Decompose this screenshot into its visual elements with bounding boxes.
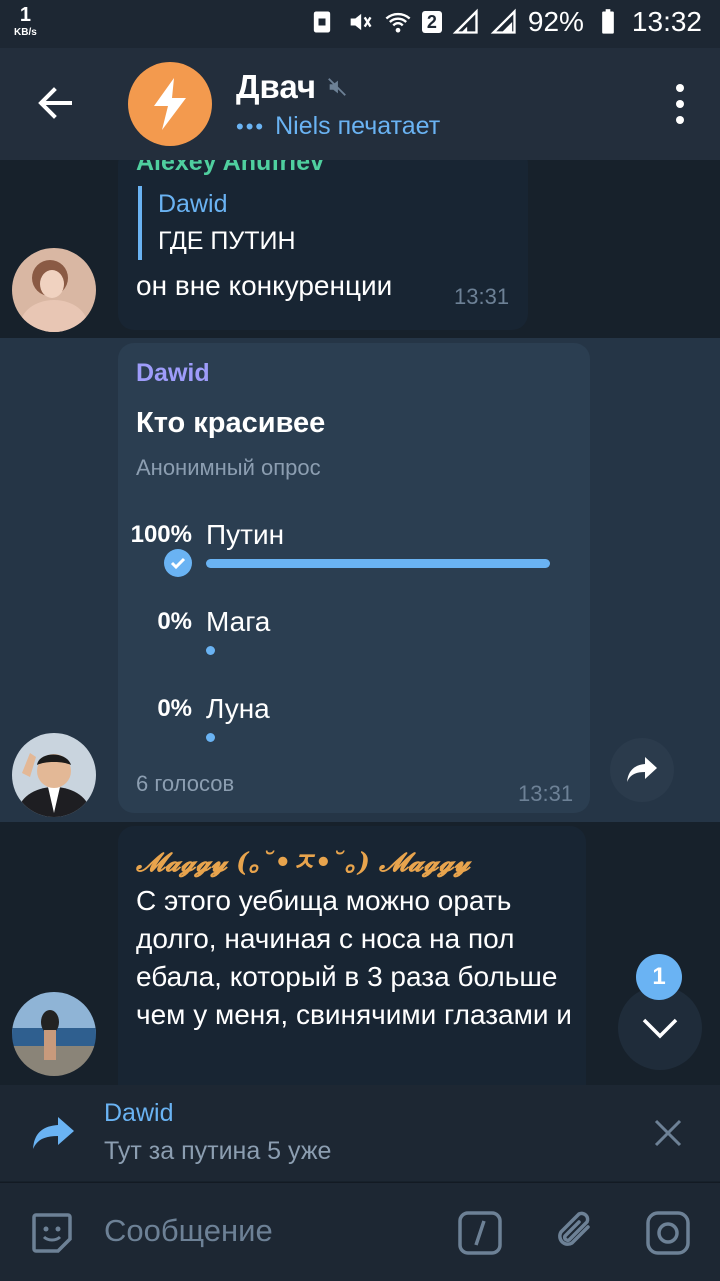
wifi-icon <box>385 12 411 33</box>
poll-option-label: Луна <box>206 693 270 724</box>
battery-percent: 92% <box>527 6 584 37</box>
sim-badge: 2 <box>421 11 442 33</box>
status-bar: 1 KB/s 2 92% 13:32 <box>0 0 720 48</box>
bot-command-icon[interactable] <box>456 1209 504 1257</box>
chat-title[interactable]: Двач <box>236 68 348 106</box>
share-arrow-icon <box>627 757 657 782</box>
chat-header: Двач ••• Niels печатает <box>0 48 720 160</box>
message-text: он вне конкуренции <box>136 270 393 301</box>
network-speed: 1 KB/s <box>14 4 37 42</box>
avatar[interactable] <box>12 248 96 332</box>
typing-dots: ••• <box>236 113 266 139</box>
poll-question: Кто красивее <box>136 407 326 439</box>
avatar[interactable] <box>12 733 96 817</box>
lightning-logo-icon <box>154 78 186 130</box>
reply-quote-name: Dawid <box>158 190 228 218</box>
typing-status: ••• Niels печатает <box>236 112 440 141</box>
poll-bubble[interactable]: Dawid Кто красивее Анонимный опрос 100% … <box>118 343 590 813</box>
back-arrow-icon[interactable] <box>30 78 80 128</box>
signal-2-icon <box>490 8 516 34</box>
poll-option-percent: 100% <box>130 521 192 548</box>
message-text: С этого уебища можно орать долго, начина… <box>136 885 572 1030</box>
user-photo <box>12 733 96 817</box>
poll-option-bar <box>206 733 215 742</box>
poll-option-label: Путин <box>206 519 285 550</box>
message-bubble[interactable]: Alexey Anufriev Dawid ГДЕ ПУТИН он вне к… <box>118 160 528 330</box>
poll-option-bar <box>206 559 550 568</box>
battery-icon <box>602 9 614 34</box>
clock: 13:32 <box>631 6 702 37</box>
camera-icon[interactable] <box>644 1209 692 1257</box>
signal-icon <box>452 8 478 34</box>
message-input[interactable]: Сообщение <box>104 1213 273 1249</box>
message-sender[interactable]: Dawid <box>136 359 210 388</box>
network-speed-value: 1 <box>19 4 31 26</box>
reply-panel[interactable]: Dawid Тут за путина 5 уже <box>0 1085 720 1181</box>
poll-option-label: Мага <box>206 606 271 637</box>
poll-votes[interactable]: 6 голосов <box>136 771 234 797</box>
more-menu-icon[interactable] <box>670 84 690 124</box>
message-bubble[interactable]: 𝓜𝓪𝓰𝓰𝔂 (｡˘•ㅈ•˘｡) 𝓜𝓪𝓰𝓰𝔂 С этого уебища мож… <box>118 826 586 1085</box>
muted-icon <box>328 78 346 96</box>
message-time: 13:31 <box>454 284 510 309</box>
message-sender[interactable]: 𝓜𝓪𝓰𝓰𝔂 (｡˘•ㅈ•˘｡) 𝓜𝓪𝓰𝓰𝔂 <box>136 842 470 879</box>
save-data-icon <box>313 11 331 33</box>
reply-panel-name: Dawid <box>104 1099 174 1127</box>
reply-quote[interactable]: Dawid ГДЕ ПУТИН <box>138 186 296 260</box>
forward-arrow-icon <box>33 1117 74 1149</box>
network-speed-unit: KB/s <box>14 27 37 38</box>
status-icons: 2 92% 13:32 <box>308 6 702 38</box>
message-list[interactable]: Alexey Anufriev Dawid ГДЕ ПУТИН он вне к… <box>0 160 720 1085</box>
poll-option[interactable]: 0% Луна <box>118 693 590 775</box>
close-icon[interactable] <box>652 1117 684 1149</box>
reply-panel-text: Тут за путина 5 уже <box>104 1137 332 1165</box>
poll-option[interactable]: 100% Путин <box>118 519 590 601</box>
unread-badge[interactable]: 1 <box>636 954 682 1000</box>
channel-avatar[interactable] <box>128 62 212 146</box>
avatar[interactable] <box>12 992 96 1076</box>
share-button[interactable] <box>610 738 674 802</box>
attach-paperclip-icon[interactable] <box>552 1207 600 1257</box>
reply-quote-text: ГДЕ ПУТИН <box>158 227 296 255</box>
message-time: 13:31 <box>518 781 574 806</box>
check-icon <box>164 549 192 577</box>
message-composer: Сообщение <box>0 1182 720 1281</box>
chevron-down-icon <box>642 1018 678 1039</box>
poll-option-bar <box>206 646 215 655</box>
message-sender[interactable]: Alexey Anufriev <box>136 160 324 177</box>
poll-option[interactable]: 0% Мага <box>118 606 590 688</box>
mute-volume-icon <box>350 13 372 31</box>
chat-title-text: Двач <box>236 68 317 105</box>
sticker-emoji-icon[interactable] <box>28 1209 76 1257</box>
poll-option-percent: 0% <box>157 608 192 635</box>
user-photo <box>12 248 96 332</box>
typing-status-text: Niels печатает <box>275 112 441 140</box>
poll-option-percent: 0% <box>157 695 192 722</box>
poll-type: Анонимный опрос <box>136 455 321 480</box>
user-photo <box>12 992 96 1076</box>
